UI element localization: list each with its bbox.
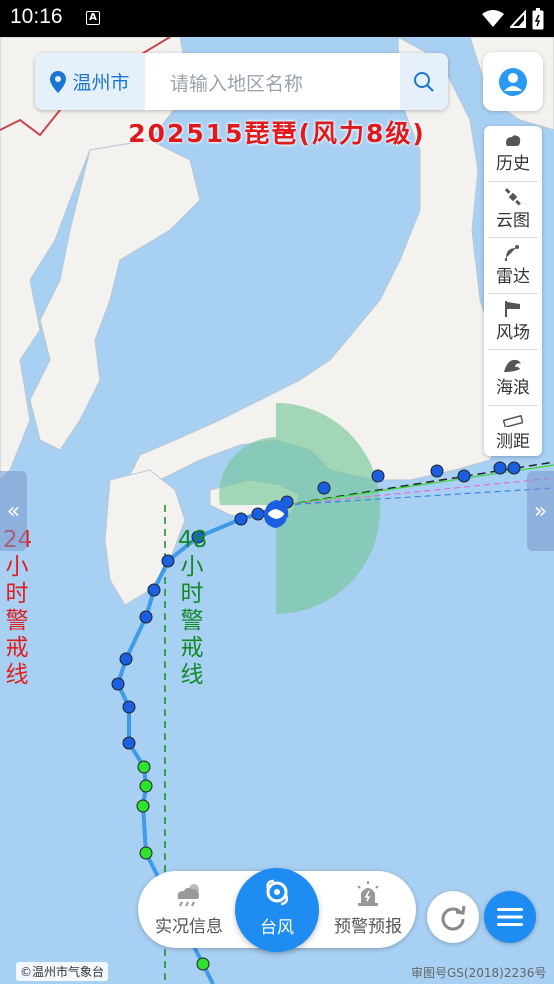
tool-label: 海浪 xyxy=(496,378,530,398)
radar-icon xyxy=(505,245,519,261)
tool-label: 雷达 xyxy=(496,267,530,287)
weather-cloud-icon xyxy=(177,884,199,907)
search-bar: 温州市 请输入地区名称 xyxy=(35,53,448,110)
tool-history[interactable]: 历史 xyxy=(488,126,538,182)
track-point[interactable] xyxy=(136,799,150,813)
wifi-icon xyxy=(482,10,504,27)
satellite-icon xyxy=(504,188,521,206)
warning-24h-label: 24小时警戒线 xyxy=(3,527,32,688)
double-chevron-right-icon: » xyxy=(533,498,548,524)
track-point[interactable] xyxy=(139,846,153,860)
forecast-point[interactable] xyxy=(371,469,385,483)
track-point[interactable] xyxy=(137,760,151,774)
track-point[interactable] xyxy=(139,610,153,624)
status-icons xyxy=(482,8,544,30)
warning-48h-label: 48小时警戒线 xyxy=(178,527,208,688)
wave-icon xyxy=(504,359,521,372)
tool-radar[interactable]: 雷达 xyxy=(488,238,538,294)
typhoon-icon xyxy=(266,879,289,906)
track-point[interactable] xyxy=(122,736,136,750)
tool-label: 历史 xyxy=(496,154,530,174)
track-point[interactable] xyxy=(119,652,133,666)
user-profile-button[interactable] xyxy=(483,52,543,111)
nav-live-info[interactable]: 实况信息 xyxy=(152,881,226,937)
refresh-button[interactable] xyxy=(427,891,479,943)
forecast-point[interactable] xyxy=(493,461,507,475)
city-name: 温州市 xyxy=(72,72,130,94)
alarm-light-icon xyxy=(357,881,379,906)
status-bar: 10:16 A xyxy=(0,0,554,37)
menu-icon xyxy=(497,908,523,926)
forecast-point[interactable] xyxy=(457,469,471,483)
battery-icon xyxy=(532,8,544,30)
history-icon xyxy=(506,135,521,146)
track-point[interactable] xyxy=(139,779,153,793)
forecast-point[interactable] xyxy=(430,464,444,478)
nav-typhoon-button[interactable]: 台风 xyxy=(235,868,319,952)
forecast-point[interactable] xyxy=(507,461,521,475)
search-button[interactable] xyxy=(400,53,448,110)
location-pin-icon xyxy=(50,70,67,93)
tool-label: 测距 xyxy=(496,432,530,452)
double-chevron-left-icon: « xyxy=(6,498,21,524)
typhoon-title: 202515琵琶(风力8级) xyxy=(128,119,426,148)
track-point[interactable] xyxy=(111,677,125,691)
tool-distance[interactable]: 测距 xyxy=(488,406,538,461)
tool-label: 云图 xyxy=(496,211,530,231)
left-arrow-button[interactable]: « xyxy=(0,471,27,551)
avatar-icon xyxy=(499,67,527,96)
search-icon xyxy=(414,71,434,92)
search-input[interactable]: 请输入地区名称 xyxy=(170,69,303,96)
track-point[interactable] xyxy=(122,700,136,714)
map-canvas[interactable] xyxy=(0,37,554,984)
notification-icon: A xyxy=(86,11,100,25)
signal-icon xyxy=(510,10,526,28)
status-time: 10:16 xyxy=(10,5,63,28)
menu-button[interactable] xyxy=(484,891,536,943)
track-point[interactable] xyxy=(234,512,248,526)
map-tools: 历史 云图 雷达 风场 海浪 测距 xyxy=(484,126,542,456)
track-point[interactable] xyxy=(161,554,175,568)
credit-label: ©温州市气象台 xyxy=(16,962,109,981)
forecast-point[interactable] xyxy=(317,481,331,495)
tool-sea-wave[interactable]: 海浪 xyxy=(488,350,538,406)
refresh-icon xyxy=(441,905,466,931)
ruler-icon xyxy=(503,415,523,427)
nav-live-label: 实况信息 xyxy=(155,917,223,937)
tool-label: 风场 xyxy=(496,323,530,343)
tool-cloud-image[interactable]: 云图 xyxy=(488,182,538,238)
nav-typhoon-label: 台风 xyxy=(260,918,294,938)
nav-warning-forecast[interactable]: 预警预报 xyxy=(328,881,408,937)
tool-wind-field[interactable]: 风场 xyxy=(488,294,538,350)
track-point[interactable] xyxy=(147,583,161,597)
track-point[interactable] xyxy=(196,957,210,971)
right-arrow-button[interactable]: » xyxy=(527,471,554,551)
city-selector[interactable]: 温州市 xyxy=(35,53,145,110)
track-point[interactable] xyxy=(251,507,265,521)
wind-icon xyxy=(505,301,520,317)
map-approval-number: 审图号GS(2018)2236号 xyxy=(411,966,547,980)
nav-warning-label: 预警预报 xyxy=(334,917,402,937)
